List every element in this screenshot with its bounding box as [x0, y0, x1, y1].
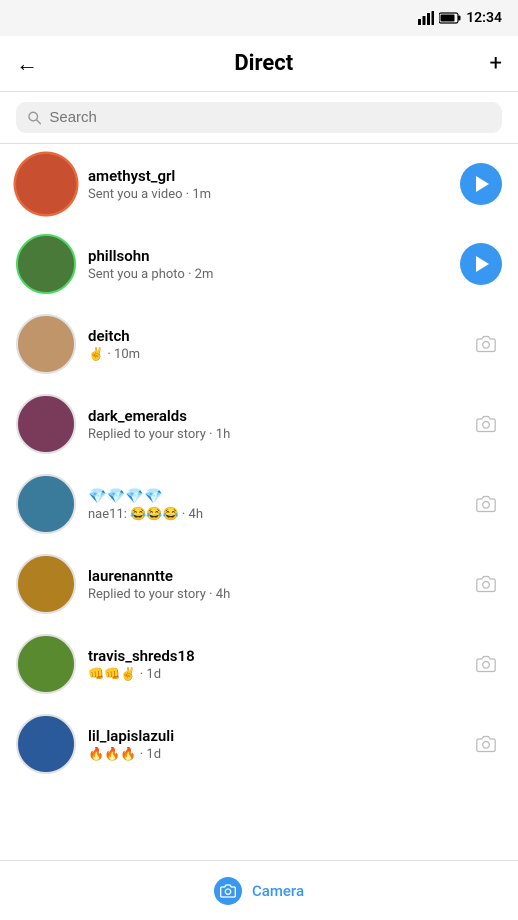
message-content: travis_shreds18 👊👊✌️ · 1d — [88, 647, 458, 682]
message-content: deitch ✌️ · 10m — [88, 327, 458, 362]
username: travis_shreds18 — [88, 647, 458, 665]
message-preview: Sent you a video · 1m — [88, 187, 448, 202]
avatar — [16, 314, 76, 374]
camera-button[interactable] — [470, 488, 502, 520]
page-title: Direct — [234, 51, 293, 76]
message-preview: 🔥🔥🔥 · 1d — [88, 747, 458, 762]
username: 💎💎💎💎 — [88, 487, 458, 505]
search-container — [0, 92, 518, 144]
message-content: 💎💎💎💎 nae11: 😂😂😂 · 4h — [88, 487, 458, 522]
status-bar: 12:34 — [0, 0, 518, 36]
camera-icon — [476, 414, 496, 434]
list-item[interactable]: travis_shreds18 👊👊✌️ · 1d — [0, 624, 518, 704]
camera-icon — [476, 654, 496, 674]
play-button[interactable] — [460, 243, 502, 285]
avatar-wrap — [16, 714, 76, 774]
camera-button[interactable] — [470, 728, 502, 760]
camera-icon — [476, 734, 496, 754]
status-icons: 12:34 — [418, 10, 502, 26]
status-time: 12:34 — [466, 10, 502, 26]
camera-button[interactable] — [470, 408, 502, 440]
username: laurenanntte — [88, 567, 458, 585]
camera-icon — [476, 574, 496, 594]
avatar — [16, 714, 76, 774]
header: ← Direct + — [0, 36, 518, 92]
camera-label: Camera — [252, 882, 304, 900]
message-preview: Replied to your story · 1h — [88, 427, 458, 442]
message-preview: nae11: 😂😂😂 · 4h — [88, 507, 458, 522]
avatar — [16, 394, 76, 454]
camera-white-icon — [220, 883, 236, 899]
message-content: amethyst_grl Sent you a video · 1m — [88, 167, 448, 202]
avatar-wrap — [16, 474, 76, 534]
search-input[interactable] — [49, 109, 490, 126]
message-content: laurenanntte Replied to your story · 4h — [88, 567, 458, 602]
message-content: phillsohn Sent you a photo · 2m — [88, 247, 448, 282]
username: dark_emeralds — [88, 407, 458, 425]
avatar — [16, 474, 76, 534]
username: phillsohn — [88, 247, 448, 265]
list-item[interactable]: lil_lapislazuli 🔥🔥🔥 · 1d — [0, 704, 518, 784]
avatar — [16, 234, 76, 294]
search-icon — [28, 111, 41, 125]
avatar-wrap — [16, 154, 76, 214]
camera-button[interactable] — [470, 568, 502, 600]
list-item[interactable]: dark_emeralds Replied to your story · 1h — [0, 384, 518, 464]
bottom-bar[interactable]: Camera — [0, 860, 518, 920]
camera-bottom-icon — [214, 877, 242, 905]
signal-icon — [418, 11, 434, 25]
avatar-wrap — [16, 394, 76, 454]
back-button[interactable]: ← — [16, 51, 38, 77]
message-preview: Sent you a photo · 2m — [88, 267, 448, 282]
username: deitch — [88, 327, 458, 345]
message-preview: ✌️ · 10m — [88, 347, 458, 362]
message-preview: Replied to your story · 4h — [88, 587, 458, 602]
username: lil_lapislazuli — [88, 727, 458, 745]
camera-icon — [476, 494, 496, 514]
list-item[interactable]: phillsohn Sent you a photo · 2m — [0, 224, 518, 304]
camera-button[interactable] — [470, 648, 502, 680]
list-item[interactable]: laurenanntte Replied to your story · 4h — [0, 544, 518, 624]
search-bar[interactable] — [16, 102, 502, 133]
camera-button[interactable] — [470, 328, 502, 360]
avatar — [16, 154, 76, 214]
avatar — [16, 634, 76, 694]
avatar-wrap — [16, 314, 76, 374]
list-item[interactable]: amethyst_grl Sent you a video · 1m — [0, 144, 518, 224]
message-content: lil_lapislazuli 🔥🔥🔥 · 1d — [88, 727, 458, 762]
message-content: dark_emeralds Replied to your story · 1h — [88, 407, 458, 442]
list-item[interactable]: 💎💎💎💎 nae11: 😂😂😂 · 4h — [0, 464, 518, 544]
battery-icon — [439, 12, 461, 24]
message-list: amethyst_grl Sent you a video · 1m phill… — [0, 144, 518, 860]
avatar — [16, 554, 76, 614]
list-item[interactable]: deitch ✌️ · 10m — [0, 304, 518, 384]
camera-icon — [476, 334, 496, 354]
add-button[interactable]: + — [490, 51, 502, 76]
play-button[interactable] — [460, 163, 502, 205]
message-preview: 👊👊✌️ · 1d — [88, 667, 458, 682]
avatar-wrap — [16, 634, 76, 694]
avatar-wrap — [16, 554, 76, 614]
avatar-wrap — [16, 234, 76, 294]
username: amethyst_grl — [88, 167, 448, 185]
